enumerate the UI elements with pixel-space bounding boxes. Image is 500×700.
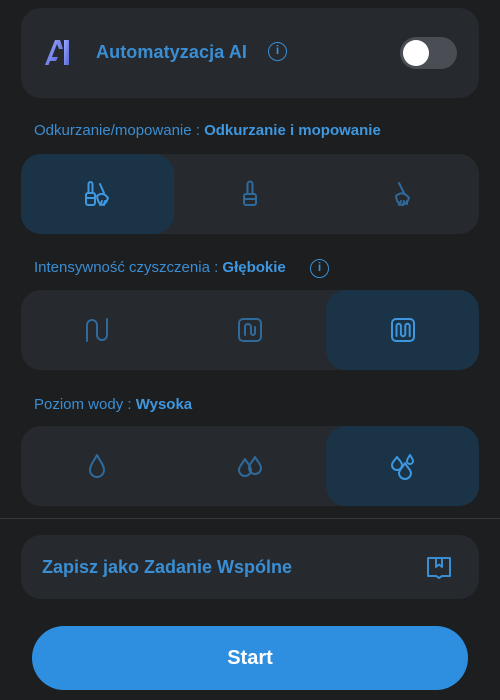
- cleaning-settings-panel: Automatyzacja AI i Odkurzanie/mopowanie …: [0, 0, 500, 700]
- mode-value: Odkurzanie i mopowanie: [204, 122, 381, 139]
- route-standard-icon: [238, 318, 262, 342]
- intensity-section-label: Intensywność czyszczenia : Głębokie: [34, 259, 286, 276]
- save-shared-task-row[interactable]: Zapisz jako Zadanie Wspólne: [21, 535, 479, 599]
- water-value: Wysoka: [135, 396, 193, 413]
- water-selector: [21, 426, 480, 506]
- intensity-selector: [21, 290, 480, 370]
- ai-automation-toggle[interactable]: [400, 37, 457, 69]
- bookmark-book-icon: [427, 557, 451, 579]
- mode-label: Odkurzanie/mopowanie :: [34, 122, 205, 139]
- divider: [0, 518, 500, 519]
- water-label: Poziom wody :: [34, 396, 136, 413]
- mode-selector: [21, 154, 479, 234]
- ai-info-icon[interactable]: i: [268, 42, 287, 61]
- start-button[interactable]: Start: [32, 626, 468, 690]
- toggle-knob: [403, 40, 429, 66]
- intensity-label: Intensywność czyszczenia :: [34, 259, 223, 276]
- route-simple-icon: [86, 318, 109, 342]
- route-deep-icon: [390, 318, 415, 342]
- water-medium-icon: [238, 456, 262, 477]
- intensity-option-simple[interactable]: [21, 290, 174, 370]
- mode-section-label: Odkurzanie/mopowanie : Odkurzanie i mopo…: [34, 122, 381, 139]
- water-option-medium[interactable]: [174, 426, 327, 506]
- water-option-low[interactable]: [21, 426, 174, 506]
- mode-option-vacuum[interactable]: [174, 154, 327, 234]
- save-shared-task-label: Zapisz jako Zadanie Wspólne: [42, 557, 293, 577]
- intensity-value: Głębokie: [222, 259, 286, 276]
- intensity-info-icon[interactable]: i: [310, 259, 329, 278]
- vacuum-icon: [243, 180, 257, 206]
- water-low-icon: [89, 454, 106, 478]
- water-option-high[interactable]: [326, 426, 480, 506]
- water-high-icon: [390, 454, 414, 480]
- ai-automation-label: Automatyzacja AI: [96, 42, 247, 62]
- intensity-option-standard[interactable]: [174, 290, 327, 370]
- ai-automation-card: Automatyzacja AI i: [21, 8, 479, 98]
- intensity-option-deep[interactable]: [326, 290, 480, 370]
- ai-logo-icon: [45, 40, 69, 65]
- vacuum-and-mop-icon: [85, 181, 110, 206]
- water-section-label: Poziom wody : Wysoka: [34, 396, 192, 413]
- mop-icon: [394, 182, 410, 206]
- mode-option-vacuum-and-mop[interactable]: [21, 154, 174, 234]
- mode-option-mop[interactable]: [326, 154, 479, 234]
